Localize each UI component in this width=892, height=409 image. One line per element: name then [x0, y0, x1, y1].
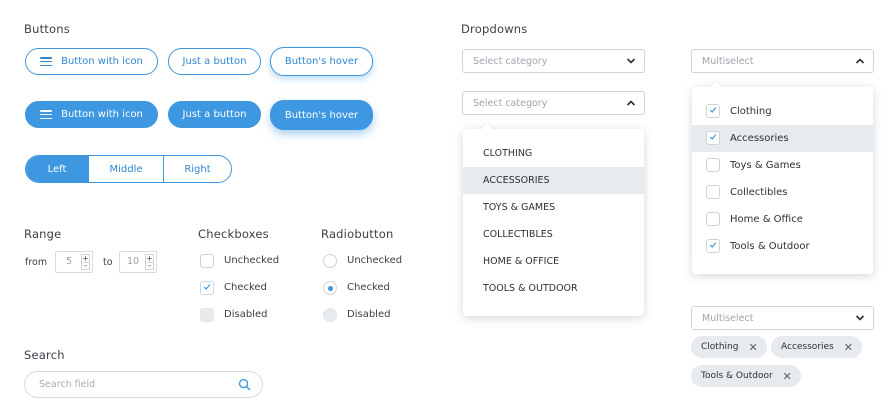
radio-label: Disabled: [347, 309, 391, 320]
range-from-label: from: [25, 257, 48, 268]
selected-tag: Accessories ✕: [771, 336, 862, 358]
radiobutton-heading: Radiobutton: [321, 227, 394, 241]
search-icon[interactable]: [238, 378, 251, 391]
select-placeholder: Select category: [473, 56, 548, 67]
multiselect-option[interactable]: Home & Office: [692, 206, 873, 233]
option-checkbox[interactable]: [706, 158, 720, 172]
stepper-down-button[interactable]: -: [146, 262, 153, 270]
chevron-down-icon: [855, 315, 865, 321]
check-icon: [709, 107, 717, 113]
segment-middle[interactable]: Middle: [88, 156, 164, 182]
menu-icon: [40, 110, 53, 119]
option-checkbox[interactable]: [706, 131, 720, 145]
outline-just-a-button[interactable]: Just a button: [168, 48, 261, 75]
remove-tag-icon[interactable]: ✕: [844, 342, 853, 353]
button-label: Button with icon: [61, 56, 143, 67]
multiselect-option[interactable]: Collectibles: [692, 179, 873, 206]
dropdown-option[interactable]: HOME & OFFICE: [463, 248, 644, 275]
radio-checked[interactable]: [323, 281, 337, 295]
button-label: Button's hover: [284, 109, 359, 121]
selected-tag: Clothing ✕: [691, 336, 767, 358]
tag-label: Tools & Outdoor: [701, 371, 773, 381]
filled-just-a-button[interactable]: Just a button: [168, 101, 261, 128]
range-to-stepper[interactable]: 10 + -: [119, 251, 157, 273]
filled-button-with-icon[interactable]: Button with icon: [25, 101, 158, 128]
checkbox-label: Disabled: [224, 309, 268, 320]
radio-disabled: [323, 308, 337, 322]
stepper-buttons: + -: [81, 254, 90, 270]
search-heading: Search: [24, 348, 65, 362]
checkbox-checked[interactable]: [200, 281, 214, 295]
multiselect-option[interactable]: Accessories: [692, 125, 873, 152]
stepper-buttons: + -: [145, 254, 154, 270]
range-heading: Range: [24, 227, 62, 241]
multiselect-option[interactable]: Clothing: [692, 98, 873, 125]
search-box: [24, 371, 263, 398]
button-label: Button with icon: [61, 109, 143, 120]
search-input[interactable]: [39, 377, 229, 392]
dropdown-option[interactable]: COLLECTIBLES: [463, 221, 644, 248]
chevron-up-icon: [626, 100, 636, 106]
option-checkbox[interactable]: [706, 185, 720, 199]
category-select-open[interactable]: Select category: [462, 91, 645, 115]
range-to-label: to: [103, 257, 113, 268]
dropdown-option[interactable]: ACCESSORIES: [463, 167, 644, 194]
select-placeholder: Select category: [473, 98, 548, 109]
multiselect-open[interactable]: Multiselect: [691, 49, 874, 73]
multiselect-option[interactable]: Tools & Outdoor: [692, 233, 873, 260]
button-label: Just a button: [182, 56, 247, 67]
tag-label: Accessories: [781, 342, 834, 352]
checkboxes-heading: Checkboxes: [198, 227, 269, 241]
outline-button-with-icon[interactable]: Button with icon: [25, 48, 158, 75]
tag-label: Clothing: [701, 342, 739, 352]
segmented-control: Left Middle Right: [25, 155, 232, 183]
segment-right[interactable]: Right: [164, 156, 231, 182]
dropdown-option[interactable]: CLOTHING: [463, 140, 644, 167]
checkbox-unchecked[interactable]: [200, 254, 214, 268]
check-icon: [203, 284, 211, 290]
filled-hover-button[interactable]: Button's hover: [270, 100, 373, 130]
multiselect-placeholder: Multiselect: [702, 313, 754, 324]
button-label: Button's hover: [284, 56, 359, 67]
range-from-value: 5: [65, 256, 73, 267]
check-icon: [709, 134, 717, 140]
stepper-down-button[interactable]: -: [82, 262, 89, 270]
remove-tag-icon[interactable]: ✕: [783, 371, 792, 382]
dropdowns-heading: Dropdowns: [461, 22, 528, 36]
radio-label: Checked: [347, 282, 390, 293]
segment-left[interactable]: Left: [26, 156, 88, 182]
option-checkbox[interactable]: [706, 212, 720, 226]
multiselect-placeholder: Multiselect: [702, 56, 754, 67]
multiselect-option[interactable]: Toys & Games: [692, 152, 873, 179]
option-checkbox[interactable]: [706, 104, 720, 118]
dropdown-option[interactable]: TOOLS & OUTDOOR: [463, 275, 644, 302]
multiselect-menu: Clothing Accessories Toys & Games Collec…: [692, 80, 873, 274]
menu-icon: [40, 57, 53, 66]
dropdown-caret: [479, 122, 495, 138]
range-from-stepper[interactable]: 5 + -: [55, 251, 93, 273]
button-label: Just a button: [182, 109, 247, 120]
checkbox-label: Unchecked: [224, 255, 280, 266]
category-dropdown-menu: CLOTHING ACCESSORIES TOYS & GAMES COLLEC…: [463, 122, 644, 316]
range-to-value: 10: [126, 256, 140, 267]
chevron-up-icon: [855, 58, 865, 64]
dropdown-caret: [708, 80, 724, 96]
buttons-heading: Buttons: [24, 22, 70, 36]
checkbox-label: Checked: [224, 282, 267, 293]
multiselect-closed[interactable]: Multiselect: [691, 306, 874, 330]
radio-label: Unchecked: [347, 255, 403, 266]
category-select-closed[interactable]: Select category: [462, 49, 645, 73]
outline-hover-button[interactable]: Button's hover: [270, 47, 373, 76]
check-icon: [709, 242, 717, 248]
radio-unchecked[interactable]: [323, 254, 337, 268]
selected-tag: Tools & Outdoor ✕: [691, 365, 801, 387]
option-checkbox[interactable]: [706, 239, 720, 253]
dropdown-option[interactable]: TOYS & GAMES: [463, 194, 644, 221]
remove-tag-icon[interactable]: ✕: [748, 342, 757, 353]
checkbox-disabled: [200, 308, 214, 322]
chevron-down-icon: [626, 58, 636, 64]
